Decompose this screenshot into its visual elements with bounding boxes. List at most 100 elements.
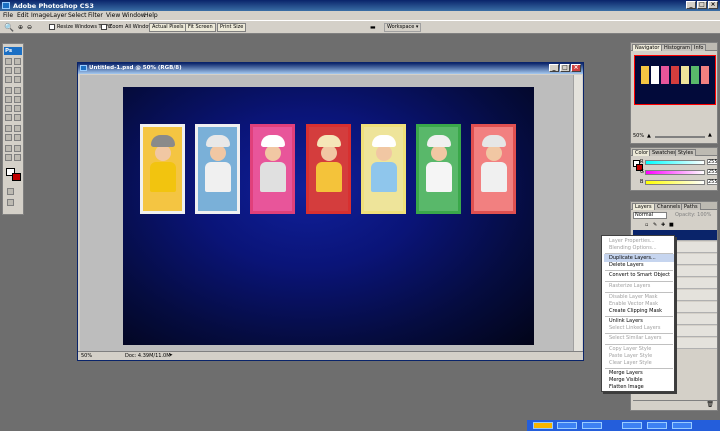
navigator-panel: Navigator Histogram Info 50% ▲ ▲: [630, 42, 718, 144]
menu-layer[interactable]: Layer: [50, 12, 67, 19]
doc-close-button[interactable]: ×: [571, 64, 581, 72]
green-slider[interactable]: [645, 170, 705, 175]
zoom-level[interactable]: 50%: [81, 353, 92, 359]
healing-brush-icon[interactable]: [5, 87, 12, 94]
menu-image[interactable]: Image: [31, 12, 50, 19]
move-tool-icon[interactable]: [14, 58, 21, 65]
lock-all-icon[interactable]: ■: [669, 222, 674, 228]
marquee-tool-icon[interactable]: [5, 58, 12, 65]
navigator-zoom-value[interactable]: 50%: [633, 133, 644, 139]
image-canvas[interactable]: [123, 87, 534, 345]
navigator-thumbnail[interactable]: [634, 55, 716, 105]
zoom-tool-icon[interactable]: [14, 154, 21, 161]
taskbar-button[interactable]: [672, 422, 692, 429]
minimize-button[interactable]: _: [686, 1, 696, 9]
zoom-in-icon[interactable]: ⊕: [18, 24, 23, 31]
menu-help[interactable]: Help: [144, 12, 158, 19]
menu-view[interactable]: View: [106, 12, 120, 19]
tab-info[interactable]: Info: [691, 44, 707, 51]
menu-window[interactable]: Window: [122, 12, 146, 19]
menu-file[interactable]: File: [3, 12, 13, 19]
lock-brush-icon[interactable]: ✎: [653, 222, 657, 228]
tab-styles[interactable]: Styles: [675, 149, 697, 156]
quick-mask-icon[interactable]: [7, 188, 14, 195]
menu-item-duplicate-layers[interactable]: Duplicate Layers...: [609, 255, 656, 261]
menu-item-unlink-layers[interactable]: Unlink Layers: [609, 318, 643, 324]
blend-mode-select[interactable]: Normal: [633, 212, 667, 219]
document-title-bar[interactable]: Untitled-1.psd @ 50% (RGB/8) _ □ ×: [78, 63, 583, 74]
pen-tool-icon[interactable]: [5, 125, 12, 132]
blur-tool-icon[interactable]: [5, 114, 12, 121]
taskbar-button[interactable]: [647, 422, 667, 429]
tab-layers[interactable]: Layers: [632, 203, 655, 210]
menu-edit[interactable]: Edit: [17, 12, 29, 19]
photo-card: [195, 124, 240, 214]
tab-histogram[interactable]: Histogram: [661, 44, 693, 51]
taskbar-button[interactable]: [622, 422, 642, 429]
menu-item-paste-layer-style: Paste Layer Style: [609, 353, 653, 359]
menu-item-convert-smart-object[interactable]: Convert to Smart Object: [609, 272, 670, 278]
close-button[interactable]: ×: [708, 1, 718, 9]
resize-windows-checkbox[interactable]: [49, 24, 55, 30]
crop-tool-icon[interactable]: [5, 76, 12, 83]
zoom-all-checkbox[interactable]: [101, 24, 107, 30]
opacity-field[interactable]: Opacity: 100%: [675, 212, 711, 218]
taskbar-button[interactable]: [582, 422, 602, 429]
hand-tool-icon[interactable]: [5, 154, 12, 161]
menu-item-delete-layers[interactable]: Delete Layers: [609, 262, 644, 268]
zoom-tool-icon[interactable]: 🔍: [4, 23, 14, 32]
menu-select[interactable]: Select: [68, 12, 87, 19]
tab-channels[interactable]: Channels: [654, 203, 684, 210]
navigator-thumb-photo: [681, 66, 689, 84]
delete-layer-icon[interactable]: 🗑: [706, 401, 714, 408]
screen-mode-icon[interactable]: [7, 199, 14, 206]
clone-stamp-icon[interactable]: [5, 96, 12, 103]
background-color-swatch[interactable]: [12, 173, 21, 181]
navigator-thumb-photo: [701, 66, 709, 84]
slice-tool-icon[interactable]: [14, 76, 21, 83]
menu-item-merge-layers[interactable]: Merge Layers: [609, 370, 643, 376]
doc-minimize-button[interactable]: _: [549, 64, 559, 72]
taskbar-button[interactable]: [557, 422, 577, 429]
menu-item-flatten-image[interactable]: Flatten Image: [609, 384, 644, 390]
path-selection-icon[interactable]: [5, 134, 12, 141]
status-menu-arrow-icon[interactable]: ▸: [170, 352, 173, 358]
type-tool-icon[interactable]: [14, 125, 21, 132]
lock-transparent-icon[interactable]: ▫: [645, 222, 648, 228]
zoom-slider[interactable]: [655, 136, 705, 138]
eyedropper-icon[interactable]: [14, 145, 21, 152]
zoom-in-large-icon[interactable]: ▲: [708, 132, 712, 138]
shape-tool-icon[interactable]: [14, 134, 21, 141]
red-value[interactable]: 255: [707, 159, 718, 165]
zoom-out-icon[interactable]: ⊖: [27, 24, 32, 31]
red-slider[interactable]: [645, 160, 705, 165]
taskbar-app-button[interactable]: [533, 422, 553, 429]
menu-item-create-clipping-mask[interactable]: Create Clipping Mask: [609, 308, 662, 314]
notes-tool-icon[interactable]: [5, 145, 12, 152]
lock-move-icon[interactable]: ✚: [661, 222, 665, 228]
dodge-tool-icon[interactable]: [14, 114, 21, 121]
zoom-out-small-icon[interactable]: ▲: [647, 133, 651, 139]
brush-tool-icon[interactable]: [14, 87, 21, 94]
doc-size-info[interactable]: Doc: 4.39M/11.0M: [125, 353, 171, 359]
green-value[interactable]: 255: [707, 169, 718, 175]
vertical-scrollbar[interactable]: [573, 75, 582, 352]
blue-value[interactable]: 255: [707, 179, 718, 185]
print-size-button[interactable]: Print Size: [217, 23, 247, 32]
navigator-thumb-photo: [691, 66, 699, 84]
fit-screen-button[interactable]: Fit Screen: [185, 23, 216, 32]
history-brush-icon[interactable]: [14, 96, 21, 103]
menu-filter[interactable]: Filter: [88, 12, 103, 19]
workspace-dropdown[interactable]: Workspace ▾: [384, 23, 422, 32]
magic-wand-icon[interactable]: [14, 67, 21, 74]
blue-slider[interactable]: [645, 180, 705, 185]
maximize-button[interactable]: □: [697, 1, 707, 9]
doc-maximize-button[interactable]: □: [560, 64, 570, 72]
gradient-tool-icon[interactable]: [14, 105, 21, 112]
actual-pixels-button[interactable]: Actual Pixels: [149, 23, 187, 32]
eraser-tool-icon[interactable]: [5, 105, 12, 112]
lasso-tool-icon[interactable]: [5, 67, 12, 74]
tab-navigator[interactable]: Navigator: [632, 44, 663, 51]
tab-paths[interactable]: Paths: [681, 203, 701, 210]
menu-item-merge-visible[interactable]: Merge Visible: [609, 377, 643, 383]
